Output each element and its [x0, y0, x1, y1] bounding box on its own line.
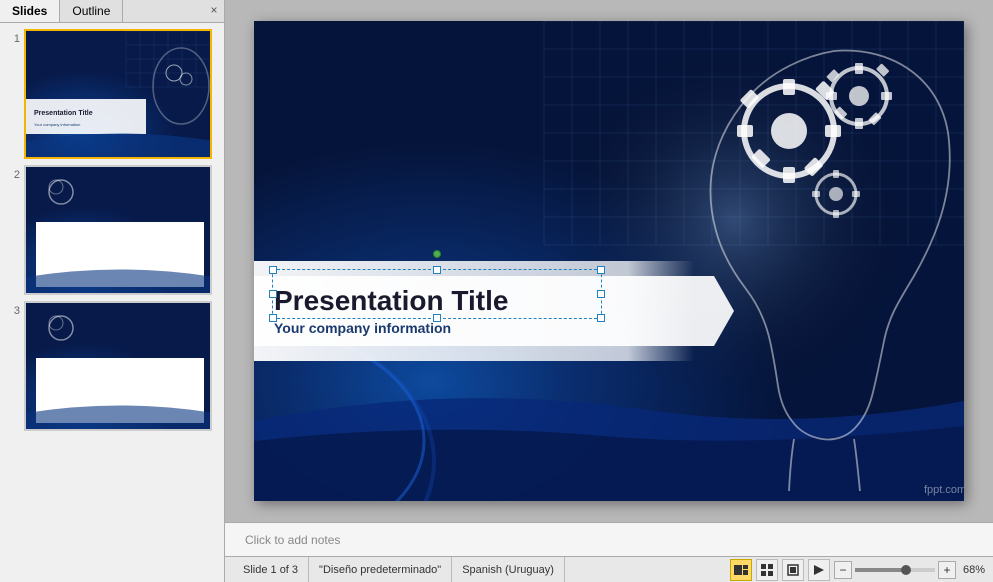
zoom-out-button[interactable]: − [834, 561, 852, 579]
app-body: Slides Outline × 1 [0, 0, 993, 582]
zoom-control: − + 68% [834, 561, 985, 579]
status-right: − + 68% [730, 559, 985, 581]
thumb3-svg [26, 303, 212, 431]
slide-thumb-3[interactable] [24, 301, 212, 431]
notes-placeholder: Click to add notes [245, 533, 340, 547]
slide-canvas[interactable]: fppt.com Presentation Title Your company… [254, 21, 964, 501]
svg-text:Presentation Title: Presentation Title [34, 110, 93, 117]
view-reading-button[interactable] [782, 559, 804, 581]
theme-info: "Diseño predeterminado" [309, 557, 452, 582]
slide-info: Slide 1 of 3 [233, 557, 309, 582]
slide-item-2[interactable]: 2 [4, 165, 220, 295]
language-info: Spanish (Uruguay) [452, 557, 565, 582]
slide-number-3: 3 [4, 305, 20, 317]
view-slideshow-button[interactable] [808, 559, 830, 581]
zoom-value: 68% [959, 564, 985, 576]
slide-number-1: 1 [4, 33, 20, 45]
slide-title[interactable]: Presentation Title [274, 286, 694, 317]
notes-area[interactable]: Click to add notes [225, 522, 993, 556]
sidebar: Slides Outline × 1 [0, 0, 225, 582]
slide-panel: 1 [0, 23, 224, 582]
view-grid-button[interactable] [756, 559, 778, 581]
zoom-slider[interactable] [855, 568, 935, 572]
slide-thumb-2[interactable] [24, 165, 212, 295]
thumb2-svg [26, 167, 212, 295]
tab-slides[interactable]: Slides [0, 0, 60, 22]
title-banner: Presentation Title Your company informat… [254, 261, 694, 361]
main-area: fppt.com Presentation Title Your company… [225, 0, 993, 582]
slide-background: fppt.com Presentation Title Your company… [254, 21, 964, 501]
thumb1-svg: Presentation Title Your company informat… [26, 31, 212, 159]
slide-thumb-1[interactable]: Presentation Title Your company informat… [24, 29, 212, 159]
slide-number-2: 2 [4, 169, 20, 181]
slide-canvas-area: fppt.com Presentation Title Your company… [225, 0, 993, 522]
tab-outline[interactable]: Outline [60, 0, 123, 22]
close-icon[interactable]: × [204, 0, 224, 20]
status-bar: Slide 1 of 3 "Diseño predeterminado" Spa… [225, 556, 993, 582]
slide-item-1[interactable]: 1 [4, 29, 220, 159]
svg-text:fppt.com: fppt.com [924, 484, 964, 496]
slide-item-3[interactable]: 3 [4, 301, 220, 431]
view-normal-button[interactable] [730, 559, 752, 581]
slide-subtitle[interactable]: Your company information [274, 320, 694, 336]
sidebar-tab-bar: Slides Outline × [0, 0, 224, 23]
svg-text:Your company information: Your company information [34, 122, 80, 127]
zoom-in-button[interactable]: + [938, 561, 956, 579]
